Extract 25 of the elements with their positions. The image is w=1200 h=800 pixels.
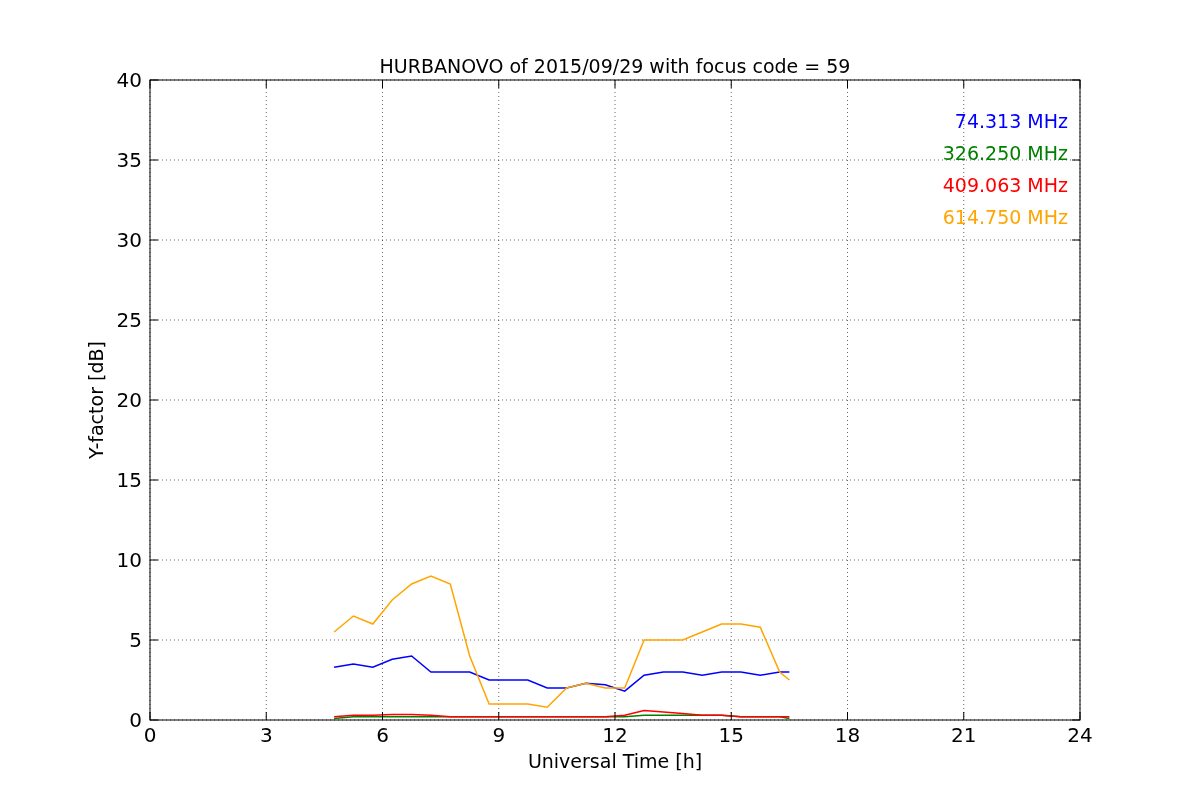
- chart-title: HURBANOVO of 2015/09/29 with focus code = 59: [379, 55, 851, 77]
- y-tick-label: 5: [129, 628, 142, 652]
- x-tick-label: 24: [1067, 723, 1093, 747]
- x-tick-label: 3: [259, 723, 273, 747]
- x-tick-label: 12: [602, 723, 628, 747]
- x-tick-label: 21: [951, 723, 977, 747]
- y-tick-label: 30: [116, 228, 142, 252]
- x-tick-label: 18: [834, 723, 861, 747]
- y-tick-label: 0: [129, 708, 142, 732]
- legend-label: 326.250 MHz: [942, 142, 1068, 164]
- y-tick-label: 10: [116, 548, 142, 572]
- x-tick-label: 0: [143, 723, 157, 747]
- x-tick-label: 9: [492, 723, 506, 747]
- x-axis-label: Universal Time [h]: [527, 750, 703, 772]
- x-tick-label: 6: [376, 723, 389, 747]
- y-tick-label: 25: [116, 308, 142, 332]
- legend-label: 614.750 MHz: [942, 206, 1068, 228]
- y-tick-label: 40: [116, 68, 142, 92]
- y-axis-label: Y-factor [dB]: [85, 341, 107, 459]
- legend-label: 409.063 MHz: [942, 174, 1068, 196]
- y-tick-label: 15: [116, 468, 142, 492]
- legend-label: 74.313 MHz: [954, 110, 1068, 132]
- x-tick-label: 15: [718, 723, 744, 747]
- y-tick-label: 35: [116, 148, 142, 172]
- y-tick-label: 20: [116, 388, 142, 412]
